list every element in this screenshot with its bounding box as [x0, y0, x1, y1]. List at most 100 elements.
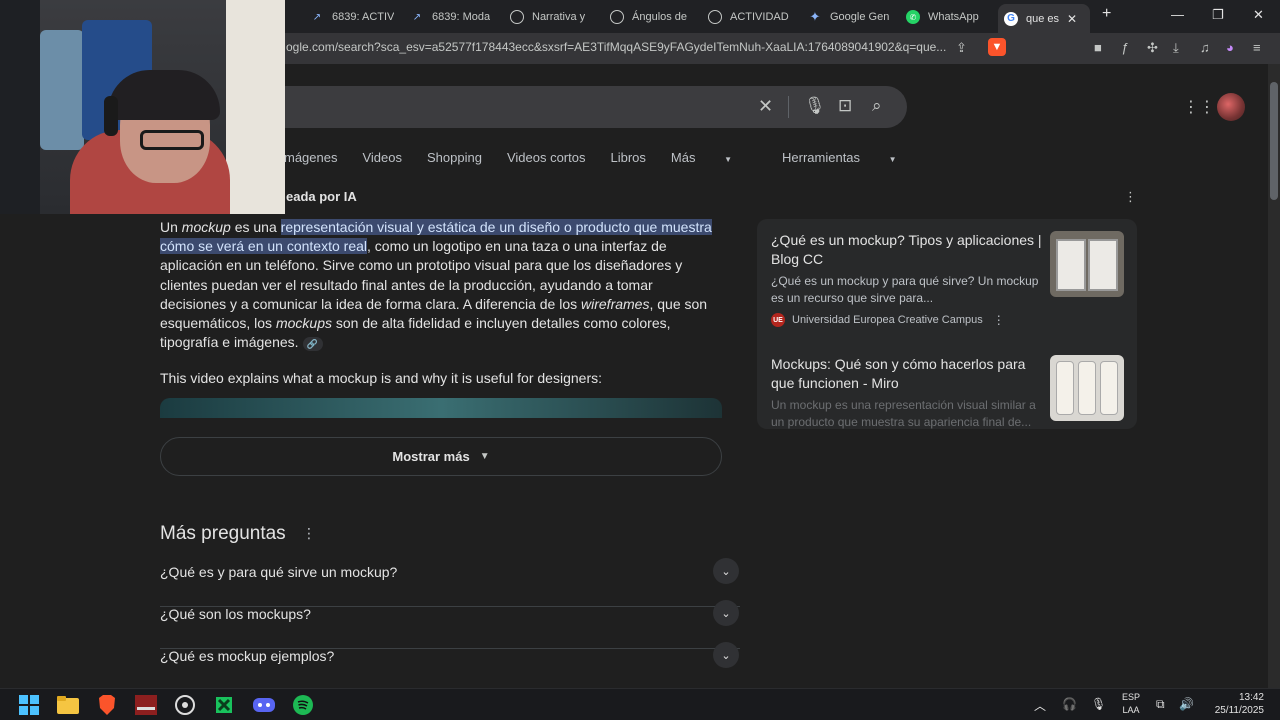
- source-site: UE Universidad Europea Creative Campus ⋮: [771, 313, 1133, 327]
- discord-icon[interactable]: [252, 693, 276, 717]
- spotify-icon[interactable]: [291, 693, 315, 717]
- site-favicon: UE: [771, 313, 785, 327]
- question-row[interactable]: ¿Qué son los mockups? ⌄: [160, 600, 740, 649]
- search-input[interactable]: ✕ 🎙 ⊡ ⌕: [250, 86, 907, 128]
- source-card[interactable]: Mockups: Qué son y cómo hacerlos para qu…: [771, 355, 1133, 429]
- tab-6839-moda[interactable]: ↗ 6839: Moda: [410, 5, 490, 29]
- source-thumbnail[interactable]: [1050, 231, 1124, 297]
- question-row[interactable]: ¿Qué es y para qué sirve un mockup? ⌄: [160, 558, 740, 607]
- project-icon: ↗: [412, 11, 422, 23]
- filter-videos[interactable]: Videos: [362, 150, 402, 165]
- voicemeeter-icon[interactable]: [134, 693, 158, 717]
- thumb-phone: [1056, 361, 1074, 415]
- leo-icon[interactable]: ◕: [1226, 40, 1234, 55]
- webcam-door: [0, 0, 40, 214]
- answer-text: Un: [160, 219, 182, 235]
- lens-icon[interactable]: ⊡: [838, 96, 852, 116]
- video-thumbnail[interactable]: [160, 398, 722, 418]
- brave-browser-icon[interactable]: [95, 693, 119, 717]
- volume-icon[interactable]: 🔊: [1179, 697, 1194, 711]
- webcam-glasses: [140, 130, 204, 150]
- chevron-down-icon[interactable]: ⌄: [713, 642, 739, 668]
- globe-icon: [610, 10, 624, 24]
- thumb-panel: [1056, 239, 1086, 291]
- globe-icon: [510, 10, 524, 24]
- headset-icon[interactable]: 🎧: [1062, 697, 1077, 711]
- ai-overview-header: eada por IA: [286, 189, 357, 204]
- share-icon[interactable]: ⇪: [956, 40, 967, 56]
- site-name: Universidad Europea Creative Campus: [792, 314, 983, 326]
- tab-angulos[interactable]: Ángulos de: [610, 5, 687, 29]
- scrollbar-thumb[interactable]: [1270, 82, 1278, 200]
- chevron-down-icon[interactable]: ⌄: [713, 600, 739, 626]
- filter-tools[interactable]: Herramientas ▼: [782, 150, 922, 165]
- webcam-shirt-hanging: [40, 30, 84, 150]
- brave-shields-icon[interactable]: ▼: [988, 38, 1006, 56]
- windows-taskbar: ︿ 🎧 🎙 ESP LAA ⧉ 🔊 13:42 25/11/2025: [0, 688, 1280, 720]
- lang-bottom: LAA: [1122, 705, 1140, 715]
- webcam-overlay: [0, 0, 285, 214]
- tab-google-gen[interactable]: ✦ Google Gen: [808, 5, 890, 29]
- menu-icon[interactable]: ≡: [1253, 40, 1261, 55]
- show-hidden-icons[interactable]: ︿: [1034, 697, 1046, 714]
- source-card[interactable]: ¿Qué es un mockup? Tipos y aplicaciones …: [771, 231, 1133, 327]
- system-clock[interactable]: 13:42 25/11/2025: [1208, 691, 1264, 717]
- close-tab-icon[interactable]: ✕: [1067, 12, 1077, 26]
- globe-icon: [708, 10, 722, 24]
- microphone-icon[interactable]: 🎙: [804, 96, 826, 116]
- extension-icon[interactable]: ■: [1094, 40, 1102, 55]
- filter-shopping[interactable]: Shopping: [427, 150, 482, 165]
- show-more-label: Mostrar más: [392, 449, 470, 464]
- filter-more[interactable]: Más ▼: [671, 150, 757, 165]
- source-thumbnail[interactable]: [1050, 355, 1124, 421]
- puzzle-icon[interactable]: ✣: [1147, 40, 1158, 56]
- tab-label: Ángulos de: [632, 11, 688, 23]
- tab-que-es[interactable]: G que es ✕: [998, 4, 1090, 33]
- obs-studio-icon[interactable]: [173, 693, 197, 717]
- mic-tray-icon[interactable]: 🎙: [1091, 697, 1106, 711]
- ai-overview-menu-icon[interactable]: ⋮: [1124, 189, 1137, 205]
- tab-label: WhatsApp: [928, 11, 979, 23]
- network-icon[interactable]: ⧉: [1156, 697, 1165, 712]
- filter-books[interactable]: Libros: [610, 150, 645, 165]
- file-explorer-icon[interactable]: [56, 693, 80, 717]
- question-row[interactable]: ¿Qué es mockup ejemplos? ⌄: [160, 642, 740, 688]
- tab-narrativa[interactable]: Narrativa y: [510, 5, 585, 29]
- krita-icon[interactable]: [212, 693, 236, 717]
- clear-icon[interactable]: ✕: [758, 96, 773, 117]
- source-menu-icon[interactable]: ⋮: [993, 313, 1005, 327]
- tab-label: Narrativa y: [532, 11, 586, 23]
- tab-label: 6839: ACTIV: [332, 11, 395, 23]
- chevron-down-icon[interactable]: ⌄: [713, 558, 739, 584]
- ai-overview-answer: Un mockup es una representación visual y…: [160, 218, 720, 352]
- question-text: ¿Qué es mockup ejemplos?: [160, 648, 335, 664]
- new-tab-button[interactable]: +: [1102, 5, 1111, 23]
- close-window-button[interactable]: ✕: [1253, 7, 1264, 23]
- media-icon[interactable]: ♫: [1200, 40, 1210, 55]
- avatar[interactable]: [1217, 93, 1245, 121]
- minimize-button[interactable]: —: [1171, 7, 1184, 22]
- filter-short-videos[interactable]: Videos cortos: [507, 150, 586, 165]
- input-language[interactable]: ESP LAA: [1121, 691, 1141, 717]
- maximize-button[interactable]: ❐: [1212, 7, 1224, 23]
- tab-label: ACTIVIDAD: [730, 11, 789, 23]
- windows-start-icon[interactable]: [17, 693, 41, 717]
- video-intro-text: This video explains what a mockup is and…: [160, 370, 602, 386]
- source-title[interactable]: ¿Qué es un mockup? Tipos y aplicaciones …: [771, 231, 1043, 269]
- caret-down-icon: ▼: [888, 155, 897, 164]
- source-title[interactable]: Mockups: Qué son y cómo hacerlos para qu…: [771, 355, 1043, 393]
- more-questions-menu-icon[interactable]: ⋮: [302, 525, 316, 542]
- answer-text: es una: [230, 219, 281, 235]
- question-text: ¿Qué es y para qué sirve un mockup?: [160, 564, 398, 580]
- link-icon[interactable]: 🔗: [302, 336, 323, 351]
- source-snippet: Un mockup es una representación visual s…: [771, 398, 1036, 429]
- download-icon[interactable]: ⤓: [1173, 40, 1179, 56]
- script-extension-icon[interactable]: ƒ: [1121, 40, 1128, 55]
- filter-images[interactable]: mágenes: [284, 150, 337, 165]
- tab-whatsapp[interactable]: ✆ WhatsApp: [906, 5, 979, 29]
- search-icon[interactable]: ⌕: [872, 96, 882, 116]
- tab-actividad[interactable]: ACTIVIDAD: [708, 5, 789, 29]
- url-field[interactable]: ogle.com/search?sca_esv=a52577f178443ecc…: [286, 40, 946, 54]
- tab-6839-activ[interactable]: ↗ 6839: ACTIV: [310, 5, 395, 29]
- show-more-button[interactable]: Mostrar más ▼: [160, 437, 722, 476]
